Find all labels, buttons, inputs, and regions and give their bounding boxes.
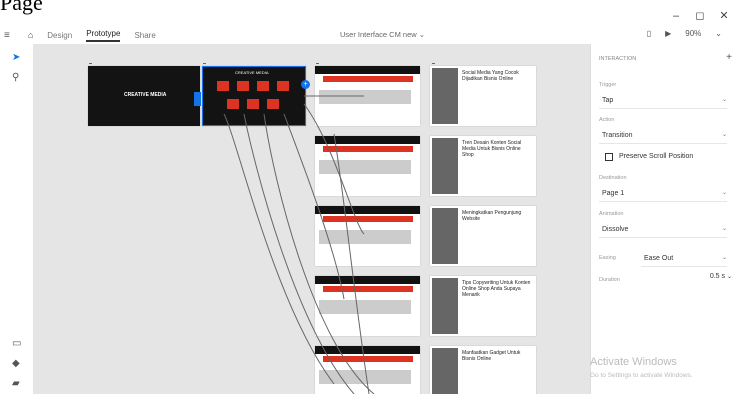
action-select[interactable]: Transition ⌄ [599, 127, 727, 144]
zoom-tool-icon[interactable]: ⚲ [12, 72, 19, 83]
chevron-down-icon: ⌄ [721, 255, 727, 261]
tab-prototype[interactable]: Prototype [86, 29, 121, 42]
preserve-scroll-checkbox[interactable] [605, 153, 613, 161]
hamburger-icon[interactable]: ≡ [4, 30, 10, 41]
menu-bar: ≡ ⌂ Design Prototype Share User Interfac… [0, 26, 736, 44]
maximize-button[interactable]: ◻ [688, 8, 712, 24]
activate-windows-watermark: Activate Windows [590, 356, 677, 368]
add-interaction-icon[interactable]: + [726, 52, 732, 63]
animation-select[interactable]: Dissolve ⌄ [599, 221, 727, 238]
play-icon[interactable]: ▶ [665, 29, 671, 38]
interaction-panel: INTERACTION + Trigger Tap ⌄ Action Transi… [590, 44, 736, 394]
right-controls: ▯ ▶ 90% ⌄ [647, 29, 722, 38]
minimize-button[interactable]: – [664, 8, 688, 24]
zoom-level[interactable]: 90% [685, 29, 701, 38]
duration-label: Duration [599, 277, 620, 283]
tab-design[interactable]: Design [47, 31, 72, 40]
select-tool-icon[interactable]: ➤ [12, 52, 20, 63]
trigger-select[interactable]: Tap ⌄ [599, 92, 727, 109]
duration-stepper[interactable]: 0.5 s ⌄ [710, 273, 732, 280]
preserve-scroll-label: Preserve Scroll Position [619, 153, 694, 160]
activate-windows-subtext: Go to Settings to activate Windows. [590, 372, 693, 379]
destination-label: Destination [599, 175, 627, 181]
prototype-canvas[interactable]: CREATIVE MEDIA CREATIVE MEDIA + Social M… [34, 44, 590, 394]
app-window: – ◻ ✕ Page ≡ ⌂ Design Prototype Share Us… [0, 0, 736, 394]
home-icon[interactable]: ⌂ [28, 30, 33, 40]
chevron-down-icon: ⌄ [721, 132, 727, 138]
document-title[interactable]: User Interface CM new ⌄ [340, 30, 425, 39]
plugins-icon[interactable]: ▰ [12, 378, 20, 389]
left-toolbar: ➤ ⚲ ▭ ◆ ▰ [0, 44, 34, 394]
assets-stack-icon[interactable]: ◆ [12, 358, 20, 369]
easing-select[interactable]: Ease Out ⌄ [641, 250, 727, 267]
destination-select[interactable]: Page 1 ⌄ [599, 185, 727, 202]
action-label: Action [599, 117, 615, 123]
trigger-label: Trigger [599, 82, 617, 88]
chevron-down-icon: ⌄ [726, 274, 732, 280]
chevron-down-icon: ⌄ [721, 226, 727, 232]
page-label: Page [0, 0, 43, 15]
device-icon[interactable]: ▯ [647, 29, 651, 38]
animation-label: Animation [599, 211, 624, 217]
chevron-down-icon[interactable]: ⌄ [715, 29, 722, 38]
tab-share[interactable]: Share [134, 31, 155, 40]
layers-panel-icon[interactable]: ▭ [12, 338, 21, 349]
chevron-down-icon: ⌄ [721, 190, 727, 196]
panel-header: INTERACTION [599, 56, 637, 62]
prototype-wires [223, 95, 375, 394]
window-controls: – ◻ ✕ [664, 8, 736, 24]
easing-label: Easing [599, 255, 616, 261]
chevron-down-icon: ⌄ [721, 97, 727, 103]
close-button[interactable]: ✕ [712, 8, 736, 24]
